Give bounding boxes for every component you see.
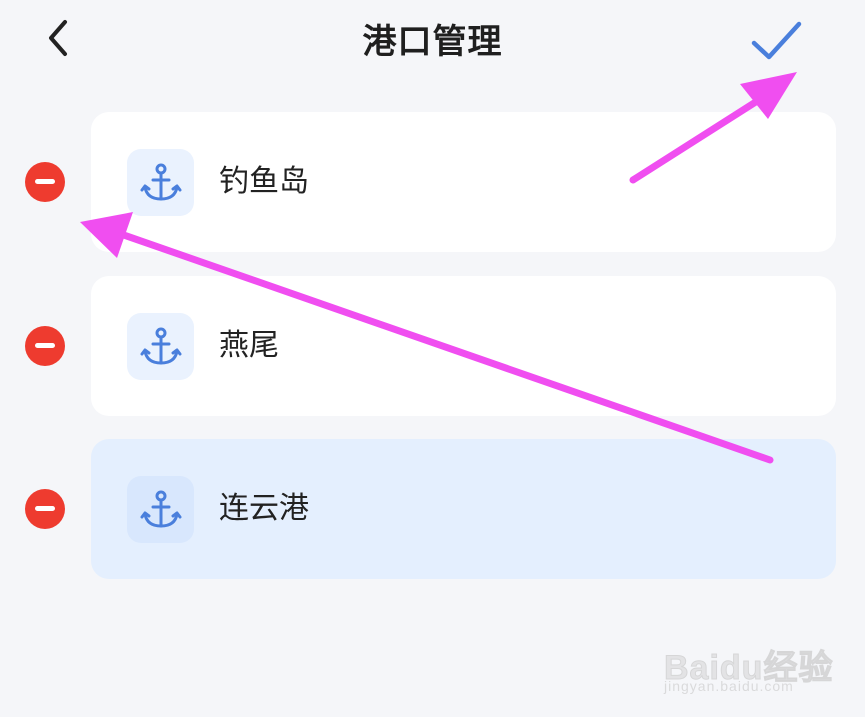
list-item: 连云港	[0, 439, 865, 579]
list-item: 燕尾	[0, 276, 865, 416]
port-card[interactable]: 钓鱼岛	[91, 112, 836, 252]
page-title: 港口管理	[362, 22, 503, 62]
list-item: 钓鱼岛	[0, 112, 865, 252]
watermark-url: jingyan.baidu.com	[664, 678, 794, 694]
checkmark-icon	[751, 21, 802, 60]
port-card[interactable]: 燕尾	[91, 276, 836, 416]
remove-button[interactable]	[25, 489, 65, 529]
watermark: Baidu经验 jingyan.baidu.com	[660, 622, 840, 702]
port-name: 燕尾	[219, 328, 279, 363]
minus-icon	[35, 343, 55, 348]
anchor-icon	[127, 313, 194, 380]
header-bar: 港口管理	[0, 0, 865, 80]
anchor-icon	[127, 149, 194, 216]
remove-button[interactable]	[25, 326, 65, 366]
port-card-selected[interactable]: 连云港	[91, 439, 836, 579]
port-name: 连云港	[219, 491, 309, 526]
remove-button[interactable]	[25, 162, 65, 202]
confirm-button[interactable]	[744, 12, 808, 68]
port-name: 钓鱼岛	[219, 164, 309, 199]
minus-icon	[35, 506, 55, 511]
anchor-icon	[127, 476, 194, 543]
minus-icon	[35, 179, 55, 184]
